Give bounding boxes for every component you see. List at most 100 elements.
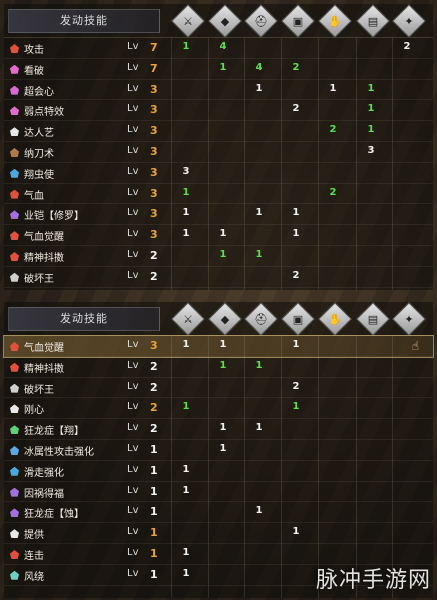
skill-icon	[10, 64, 19, 74]
equipment-skill-points: 2	[329, 124, 337, 136]
skill-name: 弱点特效	[24, 107, 64, 119]
equipment-skill-points: 1	[182, 41, 190, 52]
equipment-skill-points: 2	[292, 103, 300, 115]
skill-row[interactable]: 精神抖擞 Lv 2 1 1	[4, 357, 433, 378]
level-label: Lv	[127, 546, 139, 558]
skill-name: 狂龙症【蚀】	[24, 509, 84, 521]
equipment-skill-points: 2	[292, 380, 300, 392]
skill-name: 因祸得福	[24, 488, 64, 500]
equipment-skill-points: 1	[219, 442, 227, 454]
skill-icon	[10, 362, 19, 372]
skill-row[interactable]: 狂龙症【翔】 Lv 2 1 1	[4, 419, 433, 440]
skill-row[interactable]: 因祸得福 Lv 1 1	[4, 482, 433, 503]
skill-level: 1	[150, 442, 158, 456]
skill-name: 气血觉醒	[24, 343, 64, 354]
skill-row[interactable]: 气血 Lv 3 1 2	[4, 184, 433, 205]
skill-icon	[10, 570, 19, 580]
skill-icon	[10, 466, 19, 476]
equipment-skill-points: 1	[292, 207, 300, 219]
equipment-skill-points: 4	[219, 41, 227, 52]
equipment-skill-points: 1	[182, 401, 190, 413]
equipment-skill-points: 1	[182, 339, 190, 350]
equipment-skill-points: 3	[367, 144, 375, 156]
level-label: Lv	[127, 144, 139, 156]
skill-level: 2	[150, 248, 158, 262]
skill-level: 3	[150, 144, 158, 158]
level-label: Lv	[127, 380, 139, 392]
equipment-skill-points: 1	[182, 228, 190, 240]
skill-icon	[10, 404, 19, 414]
skill-level: 3	[150, 207, 158, 221]
chestplate-icon: ▣	[281, 4, 315, 38]
skill-icon	[10, 210, 19, 220]
skill-row[interactable]: 攻击 Lv 7 1 4 2	[4, 38, 433, 59]
skill-icon	[10, 383, 19, 393]
skill-row[interactable]: 气血觉醒 Lv 3 1 1 1 ☝	[3, 335, 434, 358]
equipment-skill-points: 1	[255, 422, 263, 434]
skill-row[interactable]: 弱点特效 Lv 3 2 1	[4, 100, 433, 122]
skill-row[interactable]: 业铠【修罗】 Lv 3 1 1 1	[4, 204, 433, 226]
table-header: 发动技能 ⚔ ◆ ⛑ ▣ ✋ ▤ ✦	[4, 302, 433, 336]
skill-row[interactable]: 冰属性攻击强化 Lv 1 1	[4, 440, 433, 461]
skill-icon	[10, 487, 19, 497]
skill-level: 3	[150, 82, 158, 96]
column-divider	[208, 38, 209, 290]
skill-row[interactable]: 看破 Lv 7 1 4 2	[4, 59, 433, 80]
equipment-skill-points: 1	[182, 484, 190, 496]
equipment-skill-points: 1	[329, 82, 337, 94]
skill-level: 1	[150, 463, 158, 477]
level-label: Lv	[127, 269, 139, 281]
skill-icon	[10, 106, 19, 116]
skill-row[interactable]: 狂龙症【蚀】 Lv 1 1	[4, 502, 433, 524]
skill-row[interactable]: 超会心 Lv 3 1 1 1	[4, 80, 433, 101]
equipment-skill-points: 1	[255, 82, 263, 94]
skill-icon	[10, 189, 19, 199]
equipment-skill-points: 3	[182, 165, 190, 177]
column-divider	[281, 38, 282, 290]
skill-icon	[10, 251, 19, 261]
helmet-icon: ⛑	[244, 302, 278, 336]
gem-icon: ◆	[208, 4, 242, 38]
equipment-skill-points: 1	[219, 422, 227, 434]
skill-row[interactable]: 达人艺 Lv 3 2 1	[4, 121, 433, 142]
watermark: 脉冲手游网	[315, 568, 431, 593]
skill-name: 连击	[24, 550, 44, 562]
level-label: Lv	[127, 207, 139, 219]
skill-name: 破坏王	[24, 384, 54, 396]
equipment-skill-points: 1	[182, 567, 190, 579]
header-title: 发动技能	[8, 307, 160, 331]
skill-name: 超会心	[24, 86, 54, 98]
skill-icon	[10, 508, 19, 518]
skill-icon	[10, 44, 19, 53]
skill-row[interactable]: 纳刀术 Lv 3 3	[4, 142, 433, 163]
skill-row[interactable]: 破坏王 Lv 2 2	[4, 378, 433, 399]
skill-icon	[10, 549, 19, 559]
skill-level: 3	[150, 124, 158, 138]
equipment-skill-points: 1	[182, 463, 190, 475]
level-label: Lv	[127, 228, 139, 240]
chestplate-icon: ▣	[281, 302, 315, 336]
column-divider	[244, 336, 245, 598]
level-label: Lv	[127, 248, 139, 260]
skill-row[interactable]: 精神抖擞 Lv 2 1 1	[4, 246, 433, 267]
charm-icon: ✦	[392, 302, 426, 336]
level-label: Lv	[127, 567, 139, 579]
skill-row[interactable]: 滑走强化 Lv 1 1	[4, 461, 433, 482]
level-label: Lv	[127, 124, 139, 136]
equipment-skill-points: 2	[403, 41, 411, 52]
skill-row[interactable]: 气血觉醒 Lv 3 1 1 1	[4, 225, 433, 246]
level-label: Lv	[127, 422, 139, 434]
level-label: Lv	[127, 484, 139, 496]
skill-row[interactable]: 破坏王 Lv 2 2	[4, 267, 433, 288]
equipment-skill-points: 1	[182, 546, 190, 558]
level-label: Lv	[127, 463, 139, 475]
skill-row[interactable]: 提供 Lv 1 1	[4, 523, 433, 544]
skill-name: 提供	[24, 530, 44, 542]
equipment-skill-points: 1	[255, 207, 263, 219]
level-label: Lv	[127, 339, 139, 350]
skill-row[interactable]: 刚心 Lv 2 1 1	[4, 398, 433, 420]
level-label: Lv	[127, 82, 139, 94]
equipment-skill-points: 1	[219, 61, 227, 73]
skill-row[interactable]: 翔虫使 Lv 3 3	[4, 163, 433, 184]
column-divider	[356, 336, 357, 598]
